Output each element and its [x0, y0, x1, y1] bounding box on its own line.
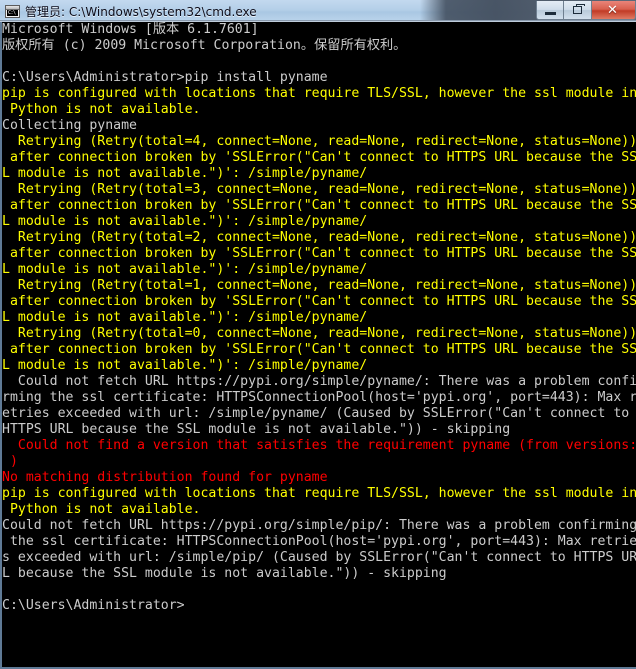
- console-line: after connection broken by 'SSLError("Ca…: [2, 246, 636, 261]
- console-line: Python is not available.: [2, 502, 201, 517]
- console-line: after connection broken by 'SSLError("Ca…: [2, 150, 636, 165]
- console-line: L module is not available.")': /simple/p…: [2, 214, 368, 229]
- maximize-restore-button[interactable]: [564, 1, 592, 20]
- console-line: pip is configured with locations that re…: [2, 86, 636, 101]
- console-line: Could not fetch URL https://pypi.org/sim…: [2, 374, 636, 389]
- console-line: Python is not available.: [2, 102, 201, 117]
- window-controls: ✕: [536, 0, 636, 22]
- console-line: rming the ssl certificate: HTTPSConnecti…: [2, 390, 636, 405]
- close-icon: ✕: [607, 2, 618, 18]
- console-line: ): [2, 454, 18, 469]
- console-line: s exceeded with url: /simple/pip/ (Cause…: [2, 550, 636, 565]
- console-line: L module is not available.")': /simple/p…: [2, 358, 368, 373]
- console-line: after connection broken by 'SSLError("Ca…: [2, 342, 636, 357]
- console-line: Could not find a version that satisfies …: [2, 438, 636, 453]
- console-line: No matching distribution found for pynam…: [2, 470, 328, 485]
- close-button[interactable]: ✕: [592, 1, 636, 20]
- title-bar[interactable]: C:\ 管理员: C:\Windows\system32\cmd.exe ✕: [0, 0, 636, 22]
- restore-icon: [573, 4, 585, 14]
- console-line: L because the SSL module is not availabl…: [2, 566, 447, 581]
- console-line: after connection broken by 'SSLError("Ca…: [2, 294, 636, 309]
- console-line: Retrying (Retry(total=2, connect=None, r…: [2, 230, 636, 245]
- title-bar-left-group: C:\ 管理员: C:\Windows\system32\cmd.exe: [5, 0, 257, 22]
- console-line: Microsoft Windows [版本 6.1.7601]: [2, 22, 259, 37]
- minimize-button[interactable]: [536, 1, 564, 20]
- console-line: Retrying (Retry(total=3, connect=None, r…: [2, 182, 636, 197]
- console-line: after connection broken by 'SSLError("Ca…: [2, 198, 636, 213]
- cmd-icon-screen-text: C:\: [7, 9, 18, 16]
- console-line: 版权所有 (c) 2009 Microsoft Corporation。保留所有…: [2, 38, 407, 53]
- console-output[interactable]: Microsoft Windows [版本 6.1.7601] 版权所有 (c) …: [2, 22, 636, 614]
- console-line: Retrying (Retry(total=4, connect=None, r…: [2, 134, 636, 149]
- console-line: Retrying (Retry(total=0, connect=None, r…: [2, 326, 636, 341]
- console-line: L module is not available.")': /simple/p…: [2, 310, 368, 325]
- console-line: Retrying (Retry(total=1, connect=None, r…: [2, 278, 636, 293]
- console-line: Could not fetch URL https://pypi.org/sim…: [2, 518, 636, 533]
- console-line: the ssl certificate: HTTPSConnectionPool…: [2, 534, 636, 549]
- cmd-console-icon: C:\: [5, 4, 20, 18]
- console-line: L module is not available.")': /simple/p…: [2, 262, 368, 277]
- console-viewport[interactable]: Microsoft Windows [版本 6.1.7601] 版权所有 (c) …: [0, 22, 636, 669]
- console-line: L module is not available.")': /simple/p…: [2, 166, 368, 181]
- console-line: Collecting pyname: [2, 118, 137, 133]
- window-title: 管理员: C:\Windows\system32\cmd.exe: [25, 4, 257, 19]
- console-line: etries exceeded with url: /simple/pyname…: [2, 406, 636, 421]
- minimize-icon: [544, 12, 556, 15]
- cmd-window: C:\ 管理员: C:\Windows\system32\cmd.exe ✕ M…: [0, 0, 636, 669]
- console-line: C:\Users\Administrator>: [2, 598, 185, 613]
- console-line: pip is configured with locations that re…: [2, 486, 636, 501]
- console-line: HTTPS URL because the SSL module is not …: [2, 422, 511, 437]
- console-line: C:\Users\Administrator>pip install pynam…: [2, 70, 328, 85]
